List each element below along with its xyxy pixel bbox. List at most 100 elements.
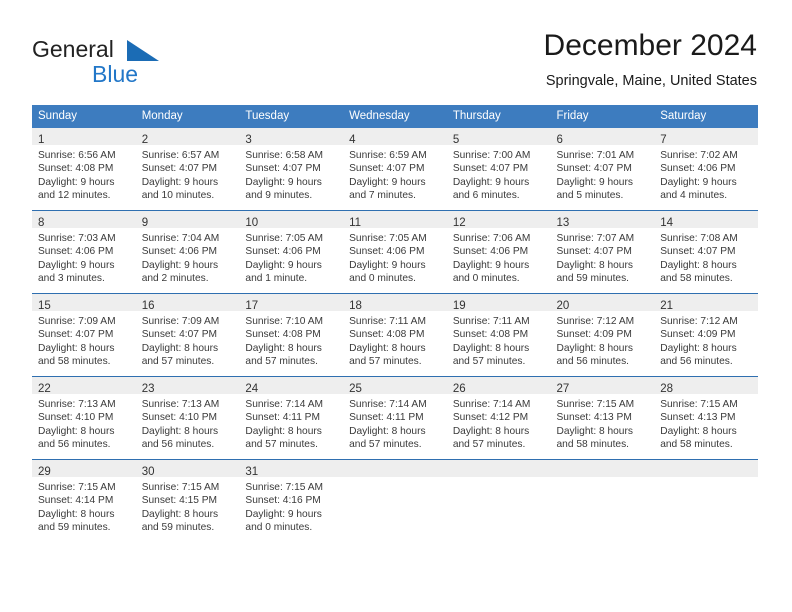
day-details: Sunrise: 7:15 AM Sunset: 4:16 PM Daylight:… [239,477,343,534]
calendar-cell-day[interactable]: 14 Sunrise: 7:08 AM Sunset: 4:07 PM Dayligh… [654,210,758,294]
sunrise-text: Sunrise: 6:57 AM [141,150,220,161]
calendar-cell-day[interactable]: 8 Sunrise: 7:03 AM Sunset: 4:06 PM Daylight… [32,210,136,294]
day-number-band: 4 [343,128,447,146]
daylight-text-line1: Daylight: 9 hours [141,259,219,271]
sunrise-text: Sunrise: 7:12 AM [556,316,635,327]
daylight-text-line2: and 58 minutes. [38,355,111,367]
daylight-text-line1: Daylight: 9 hours [349,176,426,188]
sunrise-text: Sunrise: 7:04 AM [141,233,220,244]
day-details: Sunrise: 7:15 AM Sunset: 4:13 PM Daylight:… [654,394,758,451]
day-details: Sunrise: 7:11 AM Sunset: 4:08 PM Daylight:… [447,311,551,368]
calendar-cell-day[interactable]: 25 Sunrise: 7:14 AM Sunset: 4:11 PM Dayligh… [343,376,447,460]
daylight-text-line1: Daylight: 9 hours [141,176,219,188]
day-details: Sunrise: 7:12 AM Sunset: 4:09 PM Daylight:… [551,311,655,368]
day-number-band: 2 [135,128,240,146]
daylight-text-line2: and 57 minutes. [452,355,526,367]
calendar-cell-day[interactable]: 10 Sunrise: 7:05 AM Sunset: 4:06 PM Dayligh… [239,210,344,294]
calendar-cell-day[interactable]: 11 Sunrise: 7:05 AM Sunset: 4:06 PM Dayligh… [343,210,447,294]
calendar-cell-day[interactable]: 4 Sunrise: 6:59 AM Sunset: 4:07 PM Daylight… [343,128,447,211]
calendar-cell-day[interactable]: 5 Sunrise: 7:00 AM Sunset: 4:07 PM Daylight… [446,128,551,211]
day-details: Sunrise: 7:14 AM Sunset: 4:11 PM Daylight:… [343,394,447,451]
sunrise-text: Sunrise: 7:01 AM [556,150,635,161]
sunrise-text: Sunrise: 7:15 AM [141,482,220,493]
sunrise-text: Sunrise: 7:05 AM [245,233,323,244]
calendar-cell-empty [446,459,551,542]
sunrise-text: Sunrise: 7:11 AM [452,316,530,327]
daylight-text-line2: and 56 minutes. [556,355,630,367]
sunset-text: Sunset: 4:07 PM [141,163,218,175]
sunrise-text: Sunrise: 7:05 AM [349,233,427,244]
calendar-cell-day[interactable]: 20 Sunrise: 7:12 AM Sunset: 4:09 PM Dayligh… [550,293,655,377]
day-number: 14 [660,217,674,229]
daylight-text-line2: and 6 minutes. [452,189,520,201]
sunrise-text: Sunrise: 7:02 AM [660,150,738,161]
calendar-cell-day[interactable]: 12 Sunrise: 7:06 AM Sunset: 4:06 PM Dayligh… [446,210,551,294]
calendar-header-row: Sunday Monday Tuesday Wednesday Thursday… [32,105,758,128]
calendar-cell-day[interactable]: 15 Sunrise: 7:09 AM Sunset: 4:07 PM Dayligh… [32,293,136,377]
sunrise-text: Sunrise: 7:07 AM [556,233,635,244]
calendar-cell-day[interactable]: 21 Sunrise: 7:12 AM Sunset: 4:09 PM Dayligh… [654,293,758,377]
day-number: 3 [245,134,252,146]
calendar-cell-day[interactable]: 29 Sunrise: 7:15 AM Sunset: 4:14 PM Dayligh… [32,459,136,542]
sunrise-text: Sunrise: 7:15 AM [38,482,116,493]
sunset-text: Sunset: 4:06 PM [452,246,529,258]
sunset-text: Sunset: 4:07 PM [141,329,218,341]
calendar-cell-day[interactable]: 18 Sunrise: 7:11 AM Sunset: 4:08 PM Dayligh… [343,293,447,377]
calendar-week-row: 1 Sunrise: 6:56 AM Sunset: 4:08 PM Daylight… [32,128,758,211]
sunset-text: Sunset: 4:07 PM [245,163,321,175]
calendar-cell-day[interactable]: 27 Sunrise: 7:15 AM Sunset: 4:13 PM Dayligh… [550,376,655,460]
sunrise-text: Sunrise: 7:14 AM [245,399,323,410]
calendar-cell-day[interactable]: 17 Sunrise: 7:10 AM Sunset: 4:08 PM Dayligh… [239,293,344,377]
weekday-header-saturday: Saturday [654,105,758,128]
day-details: Sunrise: 7:01 AM Sunset: 4:07 PM Daylight:… [551,145,655,202]
daylight-text-line1: Daylight: 9 hours [38,176,115,188]
sunset-text: Sunset: 4:07 PM [349,163,425,175]
calendar-cell-day[interactable]: 30 Sunrise: 7:15 AM Sunset: 4:15 PM Dayligh… [135,459,240,542]
sunset-text: Sunset: 4:13 PM [660,412,736,424]
sunrise-text: Sunrise: 7:03 AM [38,233,116,244]
day-number: 24 [245,383,259,395]
day-number-band: 22 [32,377,136,395]
daylight-text-line1: Daylight: 8 hours [38,425,115,437]
daylight-text-line1: Daylight: 9 hours [349,259,426,271]
sunset-text: Sunset: 4:07 PM [556,246,632,258]
day-number-band: 7 [654,128,758,146]
calendar-cell-day[interactable]: 13 Sunrise: 7:07 AM Sunset: 4:07 PM Dayligh… [550,210,655,294]
daylight-text-line1: Daylight: 9 hours [452,176,530,188]
daylight-text-line2: and 0 minutes. [349,272,416,284]
calendar-cell-day[interactable]: 9 Sunrise: 7:04 AM Sunset: 4:06 PM Daylight… [135,210,240,294]
general-blue-logo[interactable]: General Blue [32,36,252,92]
day-number: 11 [349,217,362,229]
calendar-cell-day[interactable]: 7 Sunrise: 7:02 AM Sunset: 4:06 PM Daylight… [654,128,758,211]
calendar-cell-day[interactable]: 2 Sunrise: 6:57 AM Sunset: 4:07 PM Daylight… [135,128,240,211]
day-details: Sunrise: 7:05 AM Sunset: 4:06 PM Daylight:… [239,228,343,285]
calendar-cell-day[interactable]: 3 Sunrise: 6:58 AM Sunset: 4:07 PM Daylight… [239,128,344,211]
calendar-cell-day[interactable]: 1 Sunrise: 6:56 AM Sunset: 4:08 PM Daylight… [32,128,136,211]
sunrise-text: Sunrise: 7:00 AM [452,150,531,161]
calendar-cell-day[interactable]: 22 Sunrise: 7:13 AM Sunset: 4:10 PM Dayligh… [32,376,136,460]
daylight-text-line2: and 59 minutes. [38,521,111,533]
calendar-week-row: 8 Sunrise: 7:03 AM Sunset: 4:06 PM Daylight… [32,210,758,294]
calendar-cell-day[interactable]: 24 Sunrise: 7:14 AM Sunset: 4:11 PM Dayligh… [239,376,344,460]
daylight-text-line1: Daylight: 8 hours [245,425,322,437]
daylight-text-line2: and 57 minutes. [245,438,318,450]
day-number-band: 11 [343,211,447,229]
day-number-band: 27 [550,377,655,395]
calendar-cell-day[interactable]: 19 Sunrise: 7:11 AM Sunset: 4:08 PM Dayligh… [446,293,551,377]
day-number-band: 17 [239,294,344,312]
sunrise-text: Sunrise: 7:12 AM [660,316,738,327]
daylight-text-line2: and 2 minutes. [141,272,209,284]
calendar-cell-day[interactable]: 16 Sunrise: 7:09 AM Sunset: 4:07 PM Dayligh… [135,293,240,377]
sunset-text: Sunset: 4:07 PM [660,246,736,258]
calendar-cell-day[interactable]: 6 Sunrise: 7:01 AM Sunset: 4:07 PM Daylight… [550,128,655,211]
logo-triangle-icon [127,40,159,61]
daylight-text-line1: Daylight: 8 hours [660,342,737,354]
daylight-text-line1: Daylight: 8 hours [141,342,219,354]
calendar-cell-day[interactable]: 31 Sunrise: 7:15 AM Sunset: 4:16 PM Dayligh… [239,459,344,542]
calendar-cell-day[interactable]: 28 Sunrise: 7:15 AM Sunset: 4:13 PM Dayligh… [654,376,758,460]
calendar-cell-day[interactable]: 26 Sunrise: 7:14 AM Sunset: 4:12 PM Dayligh… [446,376,551,460]
calendar-cell-day[interactable]: 23 Sunrise: 7:13 AM Sunset: 4:10 PM Dayligh… [135,376,240,460]
calendar-cell-empty [343,459,447,542]
daylight-text-line2: and 0 minutes. [245,521,313,533]
day-number-band: 3 [239,128,344,146]
